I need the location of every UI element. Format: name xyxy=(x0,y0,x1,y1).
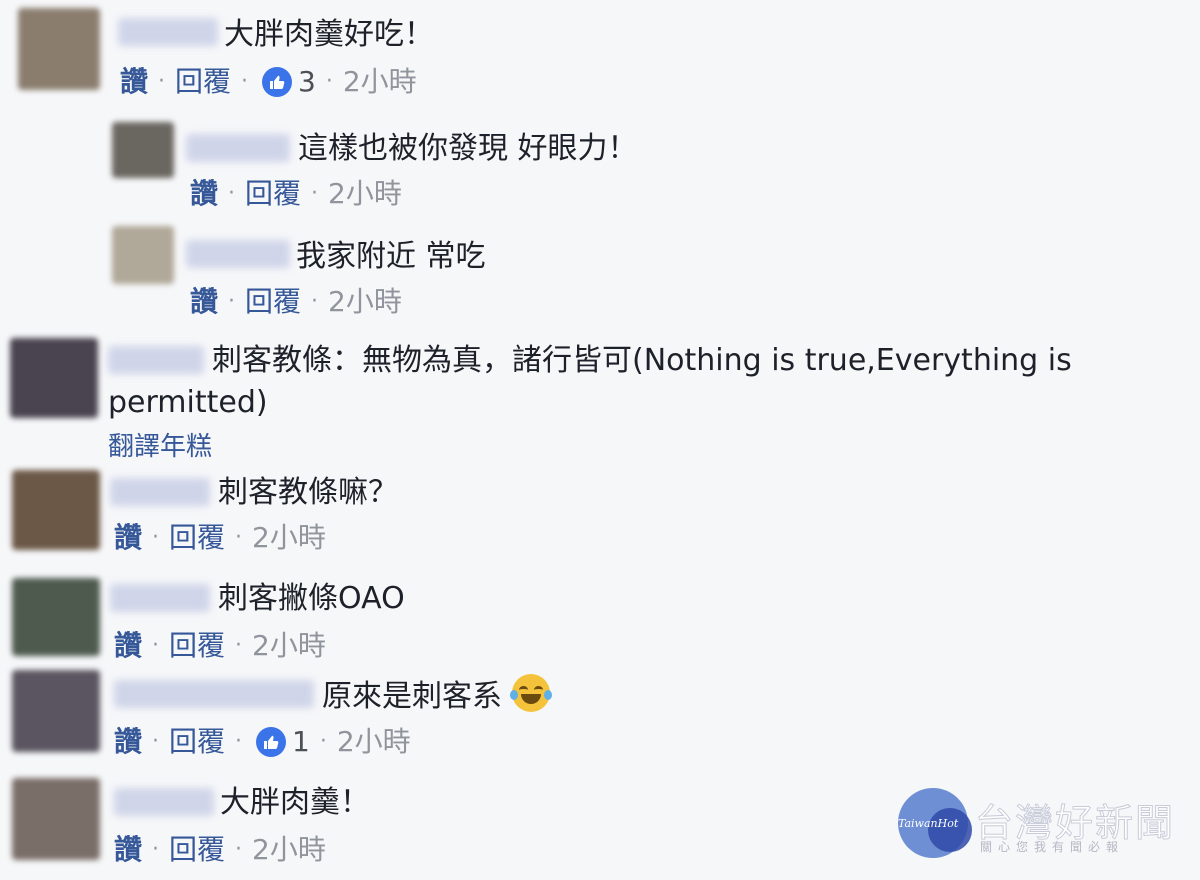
comment-actions: 讚 · 回覆 · 2小時 xyxy=(114,626,326,666)
separator-dot: · xyxy=(235,837,243,862)
watermark-slogan: 關心您我有聞必報 xyxy=(980,840,1125,854)
separator-dot: · xyxy=(152,837,160,862)
commenter-name[interactable] xyxy=(186,240,290,268)
watermark-logo-inner-icon xyxy=(928,808,972,852)
commenter-name[interactable] xyxy=(114,788,214,816)
avatar[interactable] xyxy=(12,670,100,752)
laughing-tears-emoji-icon xyxy=(509,674,552,712)
avatar[interactable] xyxy=(18,8,100,90)
separator-dot: · xyxy=(311,181,319,206)
timestamp[interactable]: 2小時 xyxy=(337,722,411,762)
like-reaction-icon[interactable] xyxy=(256,727,287,757)
comment-text: 這樣也被你發現 好眼力！ xyxy=(298,131,638,166)
avatar[interactable] xyxy=(12,778,100,860)
like-count[interactable]: 3 xyxy=(298,62,316,102)
reply-link[interactable]: 回覆 xyxy=(169,518,225,558)
avatar[interactable] xyxy=(112,226,174,284)
like-link[interactable]: 讚 xyxy=(114,518,142,558)
comment-text: 大胖肉羹！ xyxy=(220,785,370,820)
commenter-name[interactable] xyxy=(114,680,314,708)
separator-dot: · xyxy=(235,729,243,754)
separator-dot: · xyxy=(325,69,333,94)
timestamp[interactable]: 2小時 xyxy=(252,830,326,870)
comment-text: 刺客撇條OAO xyxy=(218,581,405,616)
avatar[interactable] xyxy=(10,338,98,418)
separator-dot: · xyxy=(152,729,160,754)
separator-dot: · xyxy=(228,289,236,314)
timestamp[interactable]: 2小時 xyxy=(343,62,417,102)
like-link[interactable]: 讚 xyxy=(120,62,148,102)
commenter-name[interactable] xyxy=(118,18,218,46)
separator-dot: · xyxy=(152,525,160,550)
commenter-name[interactable] xyxy=(110,478,210,506)
comment-actions: 讚 · 回覆 · 1 · 2小時 xyxy=(114,722,411,762)
reply-link[interactable]: 回覆 xyxy=(169,626,225,666)
commenter-name[interactable] xyxy=(110,584,210,612)
separator-dot: · xyxy=(228,181,236,206)
timestamp[interactable]: 2小時 xyxy=(328,282,402,322)
commenter-name[interactable] xyxy=(186,134,290,162)
comment-text: 我家附近 常吃 xyxy=(296,239,486,274)
comment-text-content: 原來是刺客系 xyxy=(322,679,502,714)
timestamp[interactable]: 2小時 xyxy=(252,518,326,558)
timestamp[interactable]: 2小時 xyxy=(252,626,326,666)
timestamp[interactable]: 2小時 xyxy=(328,174,402,214)
avatar[interactable] xyxy=(112,122,174,178)
separator-dot: · xyxy=(158,69,166,94)
like-link[interactable]: 讚 xyxy=(114,830,142,870)
comment-actions: 讚 · 回覆 · 2小時 xyxy=(114,518,326,558)
like-count[interactable]: 1 xyxy=(292,722,310,762)
separator-dot: · xyxy=(311,289,319,314)
separator-dot: · xyxy=(235,525,243,550)
translate-link[interactable]: 翻譯年糕 xyxy=(108,426,212,463)
reply-link[interactable]: 回覆 xyxy=(245,174,301,214)
reply-link[interactable]: 回覆 xyxy=(245,282,301,322)
comment-actions: 讚 · 回覆 · 2小時 xyxy=(190,282,402,322)
like-reaction-icon[interactable] xyxy=(262,67,293,97)
reply-link[interactable]: 回覆 xyxy=(169,722,225,762)
avatar[interactable] xyxy=(12,470,100,550)
avatar[interactable] xyxy=(12,578,100,656)
separator-dot: · xyxy=(319,729,327,754)
comment-text: 原來是刺客系 xyxy=(322,674,552,718)
comment-actions: 讚 · 回覆 · 3 · 2小時 xyxy=(120,62,417,102)
watermark-logo-english: TaiwanHot xyxy=(898,817,959,830)
separator-dot: · xyxy=(241,69,249,94)
like-link[interactable]: 讚 xyxy=(190,174,218,214)
comment-text: 刺客教條：無物為真，諸行皆可(Nothing is true,Everythin… xyxy=(108,343,1072,420)
comment-text: 大胖肉羹好吃！ xyxy=(224,17,434,52)
separator-dot: · xyxy=(152,633,160,658)
comment-actions: 讚 · 回覆 · 2小時 xyxy=(190,174,402,214)
comment-actions: 讚 · 回覆 · 2小時 xyxy=(114,830,326,870)
reply-link[interactable]: 回覆 xyxy=(175,62,231,102)
comment-text: 刺客教條嘛？ xyxy=(218,475,398,510)
like-link[interactable]: 讚 xyxy=(114,722,142,762)
reply-link[interactable]: 回覆 xyxy=(169,830,225,870)
separator-dot: · xyxy=(235,633,243,658)
like-link[interactable]: 讚 xyxy=(114,626,142,666)
like-link[interactable]: 讚 xyxy=(190,282,218,322)
